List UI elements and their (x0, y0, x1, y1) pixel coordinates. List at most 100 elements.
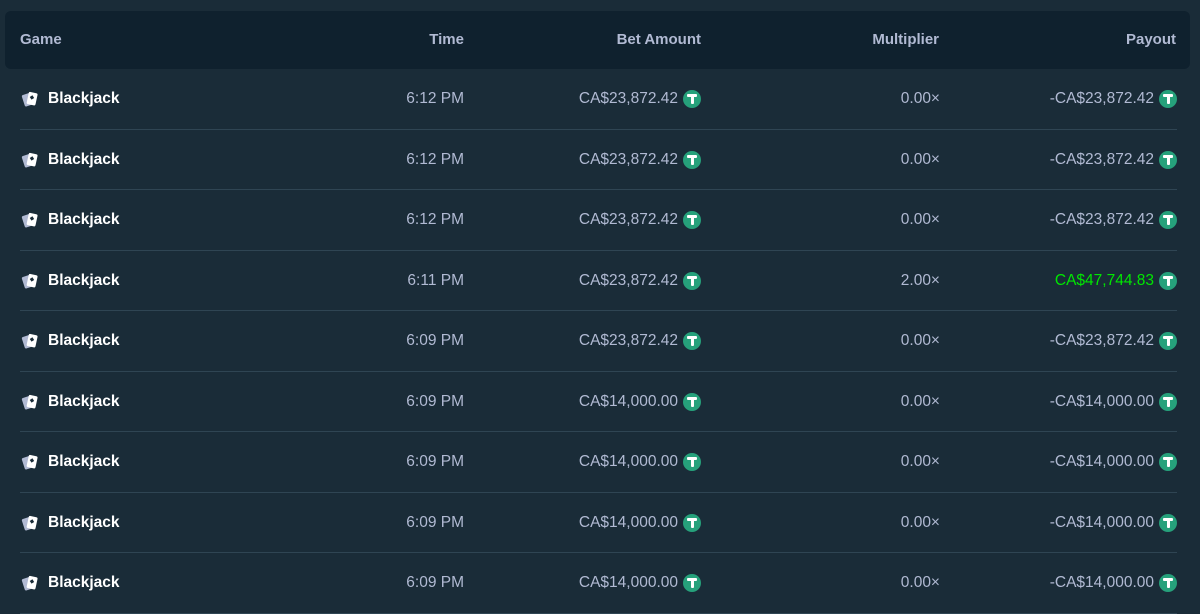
playing-cards-icon (21, 333, 38, 349)
column-header-bet-amount: Bet Amount (616, 31, 701, 48)
column-header-payout: Payout (1125, 31, 1176, 48)
bet-amount: CA$23,872.42 (578, 211, 678, 229)
tether-icon (1159, 90, 1177, 108)
game-name[interactable]: Blackjack (48, 333, 120, 349)
bet-amount-cell: CA$14,000.00 (579, 553, 701, 613)
table-row[interactable]: Blackjack 6:11 PM CA$23,872.42 2.00× CA$… (20, 251, 1177, 311)
bet-amount-cell: CA$14,000.00 (579, 372, 701, 432)
payout-cell: -CA$14,000.00 (1050, 493, 1177, 553)
multiplier-cell: 0.00× (900, 211, 940, 228)
tether-icon (683, 453, 701, 471)
game-cell[interactable]: Blackjack (20, 251, 120, 311)
payout-cell: -CA$14,000.00 (1050, 553, 1177, 613)
table-row[interactable]: Blackjack 6:12 PM CA$23,872.42 0.00× -CA… (20, 69, 1177, 130)
table-row[interactable]: Blackjack 6:09 PM CA$14,000.00 0.00× -CA… (20, 493, 1177, 553)
game-name[interactable]: Blackjack (48, 454, 120, 470)
payout-amount: CA$47,744.83 (1054, 271, 1154, 289)
time-cell: 6:09 PM (406, 392, 464, 410)
tether-icon (683, 90, 701, 108)
tether-icon (1159, 453, 1177, 471)
tether-icon (683, 150, 701, 169)
bet-amount: CA$14,000.00 (578, 574, 678, 592)
bet-amount-cell: CA$23,872.42 (579, 251, 701, 311)
table-row[interactable]: Blackjack 6:12 PM CA$23,872.42 0.00× -CA… (20, 190, 1177, 251)
game-name[interactable]: Blackjack (48, 394, 120, 410)
bet-amount: CA$23,872.42 (578, 332, 678, 350)
payout-cell: -CA$23,872.42 (1050, 311, 1177, 371)
game-cell[interactable]: Blackjack (20, 493, 120, 553)
time-cell: 6:12 PM (406, 211, 464, 228)
playing-cards-icon (21, 273, 38, 288)
column-header-game: Game (20, 31, 62, 48)
time-cell: 6:09 PM (406, 513, 464, 531)
multiplier-cell: 0.00× (900, 90, 940, 107)
bet-amount-cell: CA$23,872.42 (579, 311, 701, 371)
game-name[interactable]: Blackjack (48, 273, 120, 289)
row-divider (20, 612, 1177, 614)
game-name[interactable]: Blackjack (48, 91, 120, 107)
bet-amount: CA$14,000.00 (578, 392, 678, 410)
game-name[interactable]: Blackjack (48, 152, 120, 168)
tether-icon (1159, 271, 1177, 290)
payout-cell: -CA$23,872.42 (1050, 190, 1177, 250)
payout-cell: -CA$14,000.00 (1050, 372, 1177, 432)
payout-cell: -CA$23,872.42 (1050, 69, 1177, 129)
game-cell[interactable]: Blackjack (20, 190, 120, 250)
tether-icon (1159, 150, 1177, 169)
tether-icon (1159, 332, 1177, 350)
playing-cards-icon (21, 575, 38, 591)
game-cell[interactable]: Blackjack (20, 311, 120, 371)
table-header: Game Time Bet Amount Multiplier Payout (5, 11, 1190, 69)
tether-icon (1159, 392, 1177, 411)
bets-table: Game Time Bet Amount Multiplier Payout B… (0, 0, 1200, 614)
playing-cards-icon (21, 212, 38, 228)
time-cell: 6:09 PM (406, 453, 464, 470)
bet-amount: CA$23,872.42 (578, 150, 678, 168)
game-cell[interactable]: Blackjack (20, 372, 120, 432)
playing-cards-icon (21, 454, 38, 470)
playing-cards-icon (21, 152, 38, 167)
tether-icon (683, 211, 701, 229)
payout-amount: -CA$23,872.42 (1049, 211, 1154, 229)
multiplier-cell: 0.00× (900, 332, 940, 349)
game-cell[interactable]: Blackjack (20, 432, 120, 492)
payout-amount: -CA$14,000.00 (1049, 513, 1154, 531)
game-name[interactable]: Blackjack (48, 515, 120, 531)
payout-cell: -CA$14,000.00 (1050, 432, 1177, 492)
payout-amount: -CA$23,872.42 (1049, 332, 1154, 350)
multiplier-cell: 0.00× (900, 574, 940, 591)
multiplier-cell: 0.00× (900, 453, 940, 470)
time-cell: 6:12 PM (406, 150, 464, 168)
payout-amount: -CA$14,000.00 (1049, 574, 1154, 592)
game-name[interactable]: Blackjack (48, 212, 120, 228)
table-row[interactable]: Blackjack 6:09 PM CA$14,000.00 0.00× -CA… (20, 432, 1177, 493)
column-header-time: Time (429, 31, 464, 48)
tether-icon (683, 271, 701, 290)
game-cell[interactable]: Blackjack (20, 130, 120, 190)
tether-icon (1159, 211, 1177, 229)
tether-icon (1159, 574, 1177, 592)
tether-icon (683, 513, 701, 532)
playing-cards-icon (21, 515, 38, 530)
bet-amount-cell: CA$14,000.00 (579, 493, 701, 553)
payout-cell: CA$47,744.83 (1055, 251, 1177, 311)
bet-amount-cell: CA$14,000.00 (579, 432, 701, 492)
payout-amount: -CA$14,000.00 (1049, 453, 1154, 471)
table-row[interactable]: Blackjack 6:12 PM CA$23,872.42 0.00× -CA… (20, 130, 1177, 190)
time-cell: 6:09 PM (406, 332, 464, 349)
tether-icon (683, 392, 701, 411)
bet-amount: CA$23,872.42 (578, 271, 678, 289)
tether-icon (683, 332, 701, 350)
game-cell[interactable]: Blackjack (20, 69, 120, 129)
multiplier-cell: 0.00× (900, 392, 940, 410)
table-row[interactable]: Blackjack 6:09 PM CA$14,000.00 0.00× -CA… (20, 553, 1177, 614)
table-row[interactable]: Blackjack 6:09 PM CA$23,872.42 0.00× -CA… (20, 311, 1177, 372)
game-cell[interactable]: Blackjack (20, 553, 120, 613)
game-name[interactable]: Blackjack (48, 575, 120, 591)
payout-amount: -CA$23,872.42 (1049, 90, 1154, 108)
table-row[interactable]: Blackjack 6:09 PM CA$14,000.00 0.00× -CA… (20, 372, 1177, 432)
payout-amount: -CA$14,000.00 (1049, 392, 1154, 410)
bet-amount-cell: CA$23,872.42 (579, 130, 701, 190)
bet-amount: CA$14,000.00 (578, 513, 678, 531)
tether-icon (683, 574, 701, 592)
